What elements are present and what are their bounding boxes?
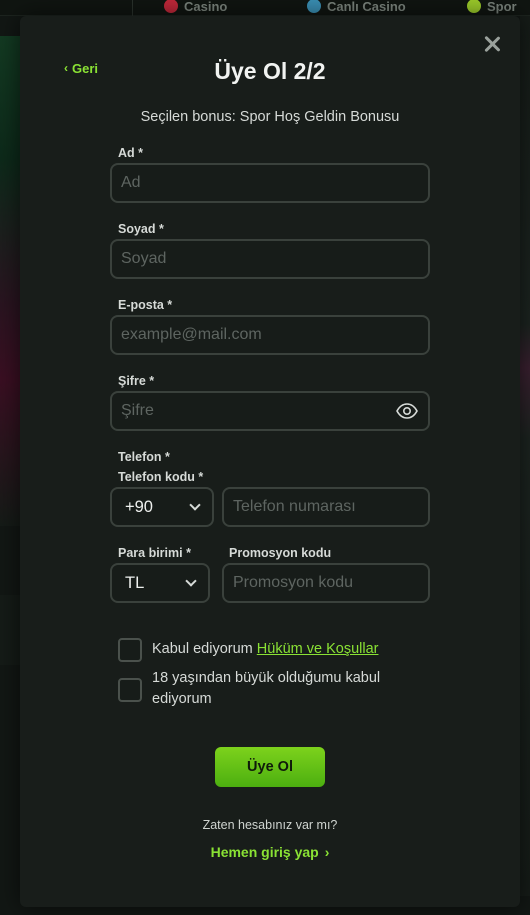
phone-code-select[interactable]: +90 <box>110 487 214 527</box>
last-name-label: Soyad * <box>118 222 164 236</box>
phone-code-value: +90 <box>125 497 153 516</box>
age-confirmation-text: 18 yaşından büyük olduğumu kabul ediyoru… <box>152 670 381 707</box>
currency-select[interactable]: TL <box>110 563 210 603</box>
first-name-placeholder: Ad <box>121 174 141 191</box>
last-name-input[interactable]: Soyad <box>110 239 430 279</box>
email-input[interactable]: example@mail.com <box>110 315 430 355</box>
registration-modal: ‹ Geri Üye Ol 2/2 Seçilen bonus: Spor Ho… <box>20 16 520 907</box>
nav-divider <box>132 0 133 16</box>
email-placeholder: example@mail.com <box>121 326 262 343</box>
first-name-input[interactable]: Ad <box>110 163 430 203</box>
promo-code-label: Promosyon kodu <box>229 546 332 560</box>
age-checkbox[interactable] <box>118 678 142 702</box>
password-input[interactable]: Şifre <box>110 391 430 431</box>
cherries-icon <box>164 0 178 13</box>
terms-prefix: Kabul ediyorum <box>152 641 257 657</box>
register-button[interactable]: Üye Ol <box>215 747 325 787</box>
promo-code-input[interactable]: Promosyon kodu <box>222 563 430 603</box>
close-icon[interactable] <box>482 34 502 54</box>
background-side-content <box>520 16 530 896</box>
age-checkbox-row: 18 yaşından büyük olduğumu kabul ediyoru… <box>118 667 408 710</box>
nav-item-label: Casino <box>184 0 228 14</box>
nav-item-sports[interactable]: Spor <box>467 0 517 16</box>
nav-item-label: Spor <box>487 0 517 14</box>
phone-label: Telefon * <box>118 450 170 464</box>
nav-item-casino[interactable]: Casino <box>164 0 227 16</box>
phone-code-label: Telefon kodu * <box>118 470 204 484</box>
background-panel <box>0 595 20 665</box>
promo-code-placeholder: Promosyon kodu <box>233 574 354 591</box>
terms-link[interactable]: Hüküm ve Koşullar <box>257 641 379 657</box>
last-name-placeholder: Soyad <box>121 250 167 267</box>
globe-icon <box>307 0 321 13</box>
terms-checkbox[interactable] <box>118 638 142 662</box>
phone-number-input[interactable]: Telefon numarası <box>222 487 430 527</box>
modal-title: Üye Ol 2/2 <box>214 58 326 84</box>
phone-number-placeholder: Telefon numarası <box>233 498 356 515</box>
nav-item-label: Canlı Casino <box>327 0 406 14</box>
password-label: Şifre * <box>118 374 155 388</box>
password-placeholder: Şifre <box>121 402 154 419</box>
login-question: Zaten hesabınız var mı? <box>202 818 338 832</box>
tennis-ball-icon <box>467 0 481 13</box>
terms-checkbox-row: Kabul ediyorum Hüküm ve Koşullar <box>118 638 378 662</box>
chevron-right-icon: › <box>324 844 330 860</box>
top-navigation: Casino Canlı Casino Spor <box>0 0 530 16</box>
selected-bonus-text: Seçilen bonus: Spor Hoş Geldin Bonusu <box>140 109 400 125</box>
currency-label: Para birimi * <box>118 546 191 560</box>
background-banner <box>0 36 20 526</box>
login-link-label: Hemen giriş yap <box>210 844 319 860</box>
first-name-label: Ad * <box>118 146 143 160</box>
email-label: E-posta * <box>118 298 173 312</box>
currency-value: TL <box>125 573 145 592</box>
chevron-down-icon <box>185 575 197 587</box>
nav-item-live-casino[interactable]: Canlı Casino <box>307 0 406 16</box>
eye-icon[interactable] <box>396 403 418 419</box>
chevron-down-icon <box>189 499 201 511</box>
login-link[interactable]: Hemen giriş yap › <box>20 844 520 860</box>
terms-text: Kabul ediyorum Hüküm ve Koşullar <box>152 638 378 660</box>
